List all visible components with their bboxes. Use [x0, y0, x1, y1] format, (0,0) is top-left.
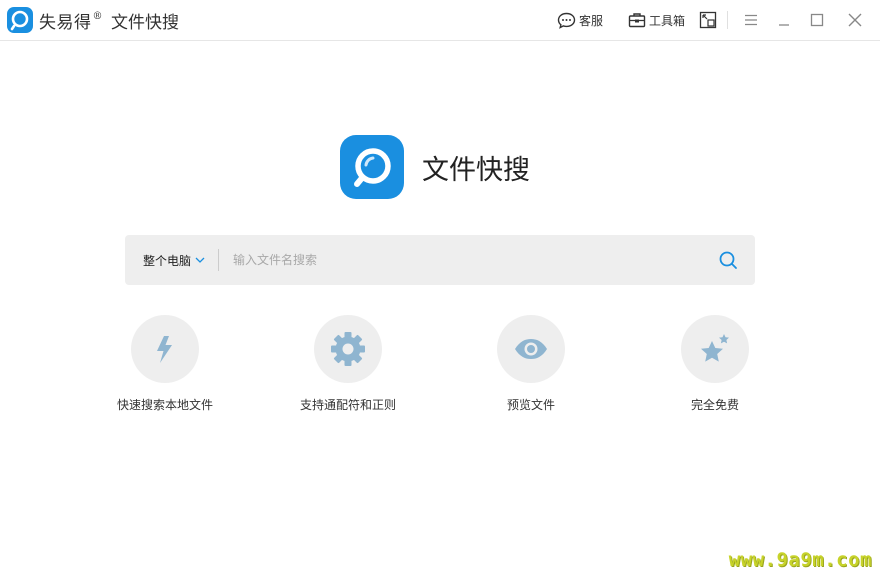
search-button[interactable] — [717, 249, 739, 271]
customer-service-button[interactable]: 客服 — [557, 10, 603, 30]
maximize-button[interactable] — [807, 10, 827, 30]
maximize-icon — [810, 13, 824, 27]
gear-icon — [331, 332, 365, 366]
toolbar-divider — [727, 11, 728, 29]
feature-icon-circle — [314, 315, 382, 383]
search-scope-value: 整个电脑 — [143, 253, 192, 268]
feature-icon-circle — [497, 315, 565, 383]
customer-service-label: 客服 — [579, 13, 604, 28]
toolbox-button[interactable]: 工具箱 — [628, 10, 685, 30]
feature-label: 快速搜索本地文件 — [116, 398, 213, 412]
search-icon — [719, 251, 737, 269]
chevron-down-icon — [195, 257, 205, 263]
watermark-text: www.9a9m.com — [728, 549, 872, 571]
app-subtitle: 文件快搜 — [111, 13, 179, 33]
hero-logo-icon — [340, 135, 404, 199]
search-scope-dropdown[interactable]: 整个电脑 — [143, 250, 206, 270]
mini-mode-button[interactable] — [698, 10, 718, 30]
feature-fast-search: 快速搜索本地文件 — [85, 315, 245, 413]
close-icon — [848, 13, 862, 27]
lightning-icon — [157, 336, 172, 363]
shrink-window-icon — [699, 11, 717, 29]
feature-label: 预览文件 — [506, 398, 555, 412]
search-bar: 整个电脑 — [125, 235, 755, 285]
chat-bubble-icon — [557, 12, 576, 29]
feature-preview: 预览文件 — [451, 315, 611, 413]
app-logo-icon — [7, 7, 33, 33]
feature-icon-circle — [131, 315, 199, 383]
feature-wildcard-regex: 支持通配符和正则 — [268, 315, 428, 413]
feature-free: 完全免费 — [635, 315, 795, 413]
app-name: 失易得® — [39, 11, 103, 33]
hero-title: 文件快搜 — [422, 155, 530, 186]
feature-label: 完全免费 — [690, 398, 739, 412]
feature-label: 支持通配符和正则 — [299, 398, 396, 412]
feature-icon-circle — [681, 315, 749, 383]
toolbox-label: 工具箱 — [649, 13, 686, 28]
hamburger-menu-icon — [745, 14, 757, 26]
title-bar: 失易得® 文件快搜 客服 工具箱 — [0, 0, 880, 41]
menu-button[interactable] — [741, 10, 761, 30]
minimize-button[interactable] — [774, 10, 794, 30]
search-divider — [218, 249, 219, 271]
registered-mark: ® — [92, 11, 103, 23]
eye-icon — [515, 339, 547, 359]
minimize-icon — [779, 24, 789, 26]
toolbox-icon — [628, 13, 646, 28]
search-input[interactable] — [233, 247, 703, 273]
close-button[interactable] — [845, 10, 865, 30]
star-icon — [701, 334, 729, 362]
